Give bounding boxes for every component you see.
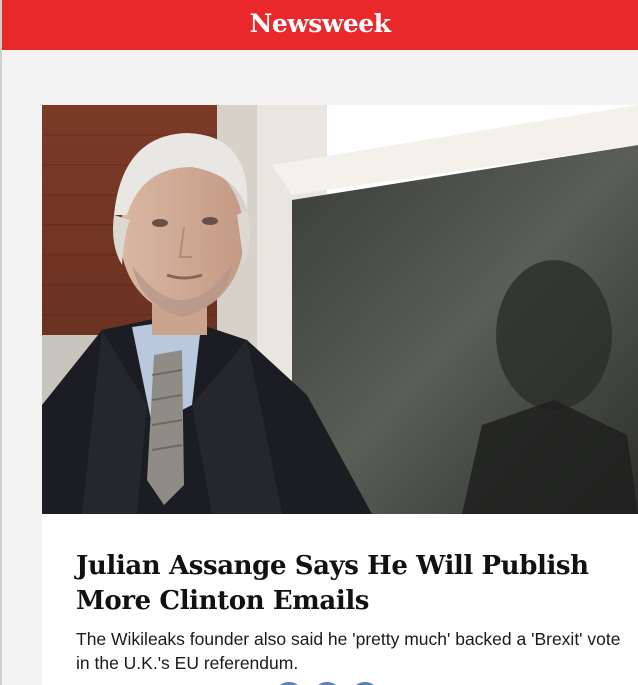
newsweek-logo[interactable]: Newsweek	[249, 11, 391, 36]
article-summary: The Wikileaks founder also said he 'pret…	[76, 629, 621, 673]
site-header: Newsweek	[2, 0, 638, 50]
article-card[interactable]: Julian Assange Says He Will Publish More…	[42, 105, 638, 685]
window-edge	[0, 0, 2, 685]
article-headline[interactable]: Julian Assange Says He Will Publish More…	[76, 549, 616, 619]
article-hero-image[interactable]	[42, 105, 638, 514]
